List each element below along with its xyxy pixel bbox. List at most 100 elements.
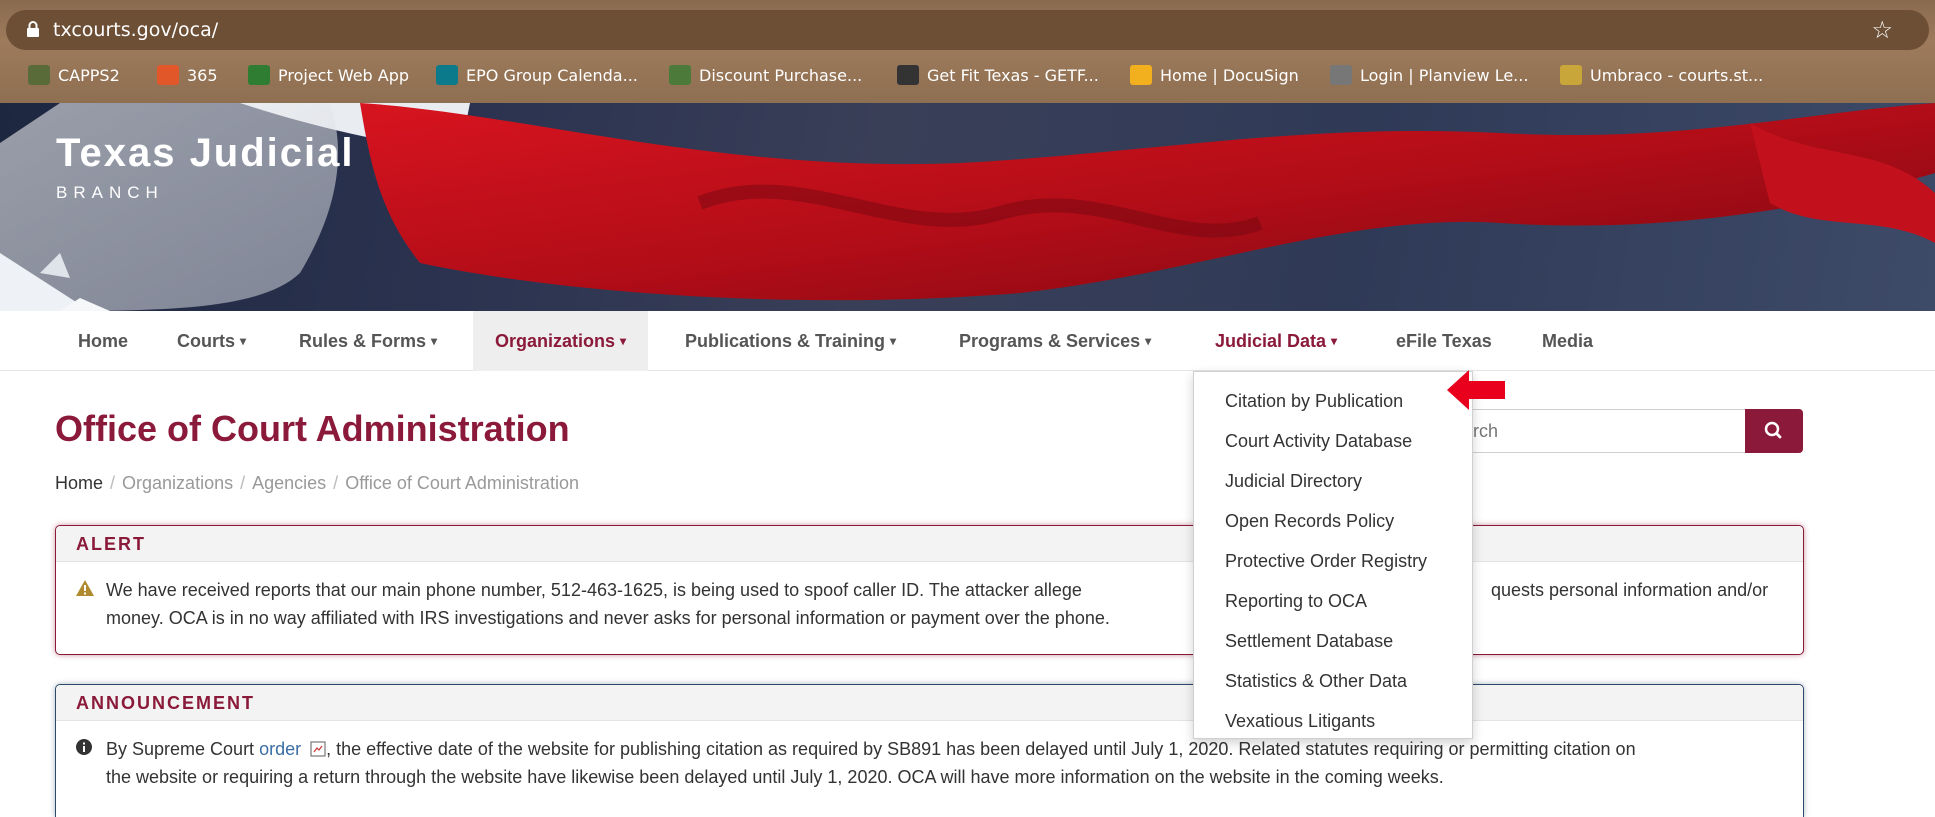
caret-down-icon: ▾ bbox=[890, 334, 897, 348]
page-title: Office of Court Administration bbox=[55, 408, 570, 449]
order-link[interactable]: order bbox=[259, 739, 301, 759]
nav-item-label: Media bbox=[1542, 331, 1594, 351]
nav-item-label: Organizations bbox=[495, 331, 616, 351]
bookmark-label: CAPPS2 bbox=[58, 65, 120, 85]
pdf-icon[interactable] bbox=[310, 741, 326, 757]
nav-item-label: eFile Texas bbox=[1396, 331, 1492, 351]
bookmark-label: Login | Planview Le... bbox=[1360, 65, 1529, 85]
announcement-body: By Supreme Court order , the effective d… bbox=[56, 721, 1803, 791]
bookmark-label: Project Web App bbox=[278, 65, 410, 85]
dropdown-item-reporting-to-oca[interactable]: Reporting to OCA bbox=[1225, 591, 1367, 612]
nav-item-programs-services[interactable]: Programs & Services ▾ bbox=[937, 311, 1173, 371]
announcement-text-2: the website or requiring a return throug… bbox=[106, 767, 1444, 787]
search-icon bbox=[1764, 421, 1782, 439]
bookmark-item[interactable]: EPO Group Calenda... bbox=[436, 62, 638, 88]
gft-icon bbox=[897, 65, 919, 85]
alert-body: We have received reports that our main p… bbox=[56, 562, 1803, 632]
dropdown-item-open-records-policy[interactable]: Open Records Policy bbox=[1225, 511, 1394, 532]
bookmarks-bar: CAPPS2 365 Project Web App EPO Group Calend… bbox=[0, 58, 1935, 92]
nav-item-label: Judicial Data bbox=[1215, 331, 1327, 351]
star-seal-icon bbox=[1560, 65, 1582, 85]
announcement-heading: ANNOUNCEMENT bbox=[56, 685, 1803, 721]
search-button[interactable] bbox=[1745, 409, 1803, 453]
nav-item-label: Rules & Forms bbox=[299, 331, 427, 351]
bookmark-item[interactable]: CAPPS2 bbox=[28, 62, 120, 88]
browser-chrome: txcourts.gov/oca/ ☆ CAPPS2 365 Project Web… bbox=[0, 0, 1935, 103]
bookmark-item[interactable]: Discount Purchase... bbox=[669, 62, 862, 88]
search-input[interactable] bbox=[1440, 409, 1745, 453]
bookmark-item[interactable]: Umbraco - courts.st... bbox=[1560, 62, 1763, 88]
warning-icon bbox=[76, 580, 94, 596]
alert-text-1a: We have received reports that our main p… bbox=[106, 580, 1082, 600]
alert-text-1b: quests personal information and/or bbox=[1491, 580, 1769, 600]
bookmark-label: Get Fit Texas - GETF... bbox=[927, 65, 1099, 85]
bookmark-item[interactable]: Home | DocuSign bbox=[1130, 62, 1299, 88]
dropdown-item-statistics-other-data[interactable]: Statistics & Other Data bbox=[1225, 671, 1407, 692]
alert-panel: ALERT We have received reports that our … bbox=[55, 525, 1804, 655]
url-text[interactable]: txcourts.gov/oca/ bbox=[53, 19, 218, 41]
announcement-panel: ANNOUNCEMENT By Supreme Court order , th… bbox=[55, 684, 1804, 817]
dropdown-item-settlement-database[interactable]: Settlement Database bbox=[1225, 631, 1393, 652]
lock-icon bbox=[27, 21, 39, 37]
alert-heading: ALERT bbox=[56, 526, 1803, 562]
bookmark-star-icon[interactable]: ☆ bbox=[1871, 16, 1893, 45]
nav-item-media[interactable]: Media bbox=[1520, 311, 1615, 371]
project-icon bbox=[248, 65, 270, 85]
address-bar[interactable]: txcourts.gov/oca/ ☆ bbox=[6, 10, 1929, 50]
nav-item-label: Programs & Services bbox=[959, 331, 1141, 351]
alert-text-2: money. OCA is in no way affiliated with … bbox=[106, 608, 1110, 628]
nav-item-publications-training[interactable]: Publications & Training ▾ bbox=[663, 311, 918, 371]
nav-item-home[interactable]: Home bbox=[56, 311, 150, 371]
dropdown-item-protective-order-registry[interactable]: Protective Order Registry bbox=[1225, 551, 1427, 572]
site-title[interactable]: Texas Judicial bbox=[56, 131, 355, 176]
announcement-text-after: , the effective date of the website for … bbox=[326, 739, 1636, 759]
bookmark-item[interactable]: Project Web App bbox=[248, 62, 409, 88]
dropdown-item-judicial-directory[interactable]: Judicial Directory bbox=[1225, 471, 1362, 492]
nav-item-rules-forms[interactable]: Rules & Forms ▾ bbox=[277, 311, 459, 371]
breadcrumb-item[interactable]: Home bbox=[55, 473, 103, 493]
docusign-icon bbox=[1130, 65, 1152, 85]
nav-item-efile-texas[interactable]: eFile Texas bbox=[1374, 311, 1514, 371]
bookmark-label: 365 bbox=[187, 65, 218, 85]
site-subtitle: BRANCH bbox=[56, 183, 164, 202]
red-arrow-annotation bbox=[1447, 370, 1505, 410]
nav-item-label: Publications & Training bbox=[685, 331, 886, 351]
nav-item-courts[interactable]: Courts ▾ bbox=[155, 311, 268, 371]
bookmark-label: Umbraco - courts.st... bbox=[1590, 65, 1764, 85]
capps-icon bbox=[28, 65, 50, 85]
caret-down-icon: ▾ bbox=[1145, 334, 1152, 348]
dropdown-item-court-activity-database[interactable]: Court Activity Database bbox=[1225, 431, 1412, 452]
bookmark-label: Home | DocuSign bbox=[1160, 65, 1299, 85]
breadcrumb: Home / Organizations / Agencies / Office of Co… bbox=[55, 473, 579, 494]
office-365-icon bbox=[157, 65, 179, 85]
announcement-text-before: By Supreme Court bbox=[106, 739, 260, 759]
caret-down-icon: ▾ bbox=[431, 334, 438, 348]
judicial-data-dropdown: Citation by Publication Court Activity Da… bbox=[1193, 371, 1473, 739]
breadcrumb-separator: / bbox=[333, 473, 339, 493]
nav-item-judicial-data[interactable]: Judicial Data ▾ bbox=[1193, 311, 1359, 371]
site-banner: Texas Judicial BRANCH bbox=[0, 103, 1935, 311]
caret-down-icon: ▾ bbox=[240, 334, 247, 348]
main-nav: Home Courts ▾ Rules & Forms ▾ Organizations ▾ P… bbox=[0, 311, 1935, 371]
sharepoint-icon bbox=[436, 65, 458, 85]
info-icon bbox=[76, 739, 92, 755]
breadcrumb-separator: / bbox=[110, 473, 116, 493]
planview-icon bbox=[1330, 65, 1352, 85]
bookmark-label: Discount Purchase... bbox=[699, 65, 863, 85]
dropdown-item-vexatious-litigants[interactable]: Vexatious Litigants bbox=[1225, 711, 1375, 732]
shield-icon bbox=[669, 65, 691, 85]
breadcrumb-item: Office of Court Administration bbox=[345, 473, 579, 493]
nav-item-label: Home bbox=[78, 331, 129, 351]
breadcrumb-item[interactable]: Organizations bbox=[122, 473, 233, 493]
breadcrumb-separator: / bbox=[240, 473, 246, 493]
dropdown-item-citation-by-publication[interactable]: Citation by Publication bbox=[1225, 391, 1403, 412]
bookmark-item[interactable]: 365 bbox=[157, 62, 218, 88]
bookmark-item[interactable]: Get Fit Texas - GETF... bbox=[897, 62, 1099, 88]
bookmark-item[interactable]: Login | Planview Le... bbox=[1330, 62, 1528, 88]
breadcrumb-item[interactable]: Agencies bbox=[252, 473, 326, 493]
nav-item-organizations[interactable]: Organizations ▾ bbox=[473, 311, 649, 371]
caret-down-icon: ▾ bbox=[620, 334, 627, 348]
nav-item-label: Courts bbox=[177, 331, 235, 351]
caret-down-icon: ▾ bbox=[1331, 334, 1338, 348]
bookmark-label: EPO Group Calenda... bbox=[466, 65, 638, 85]
